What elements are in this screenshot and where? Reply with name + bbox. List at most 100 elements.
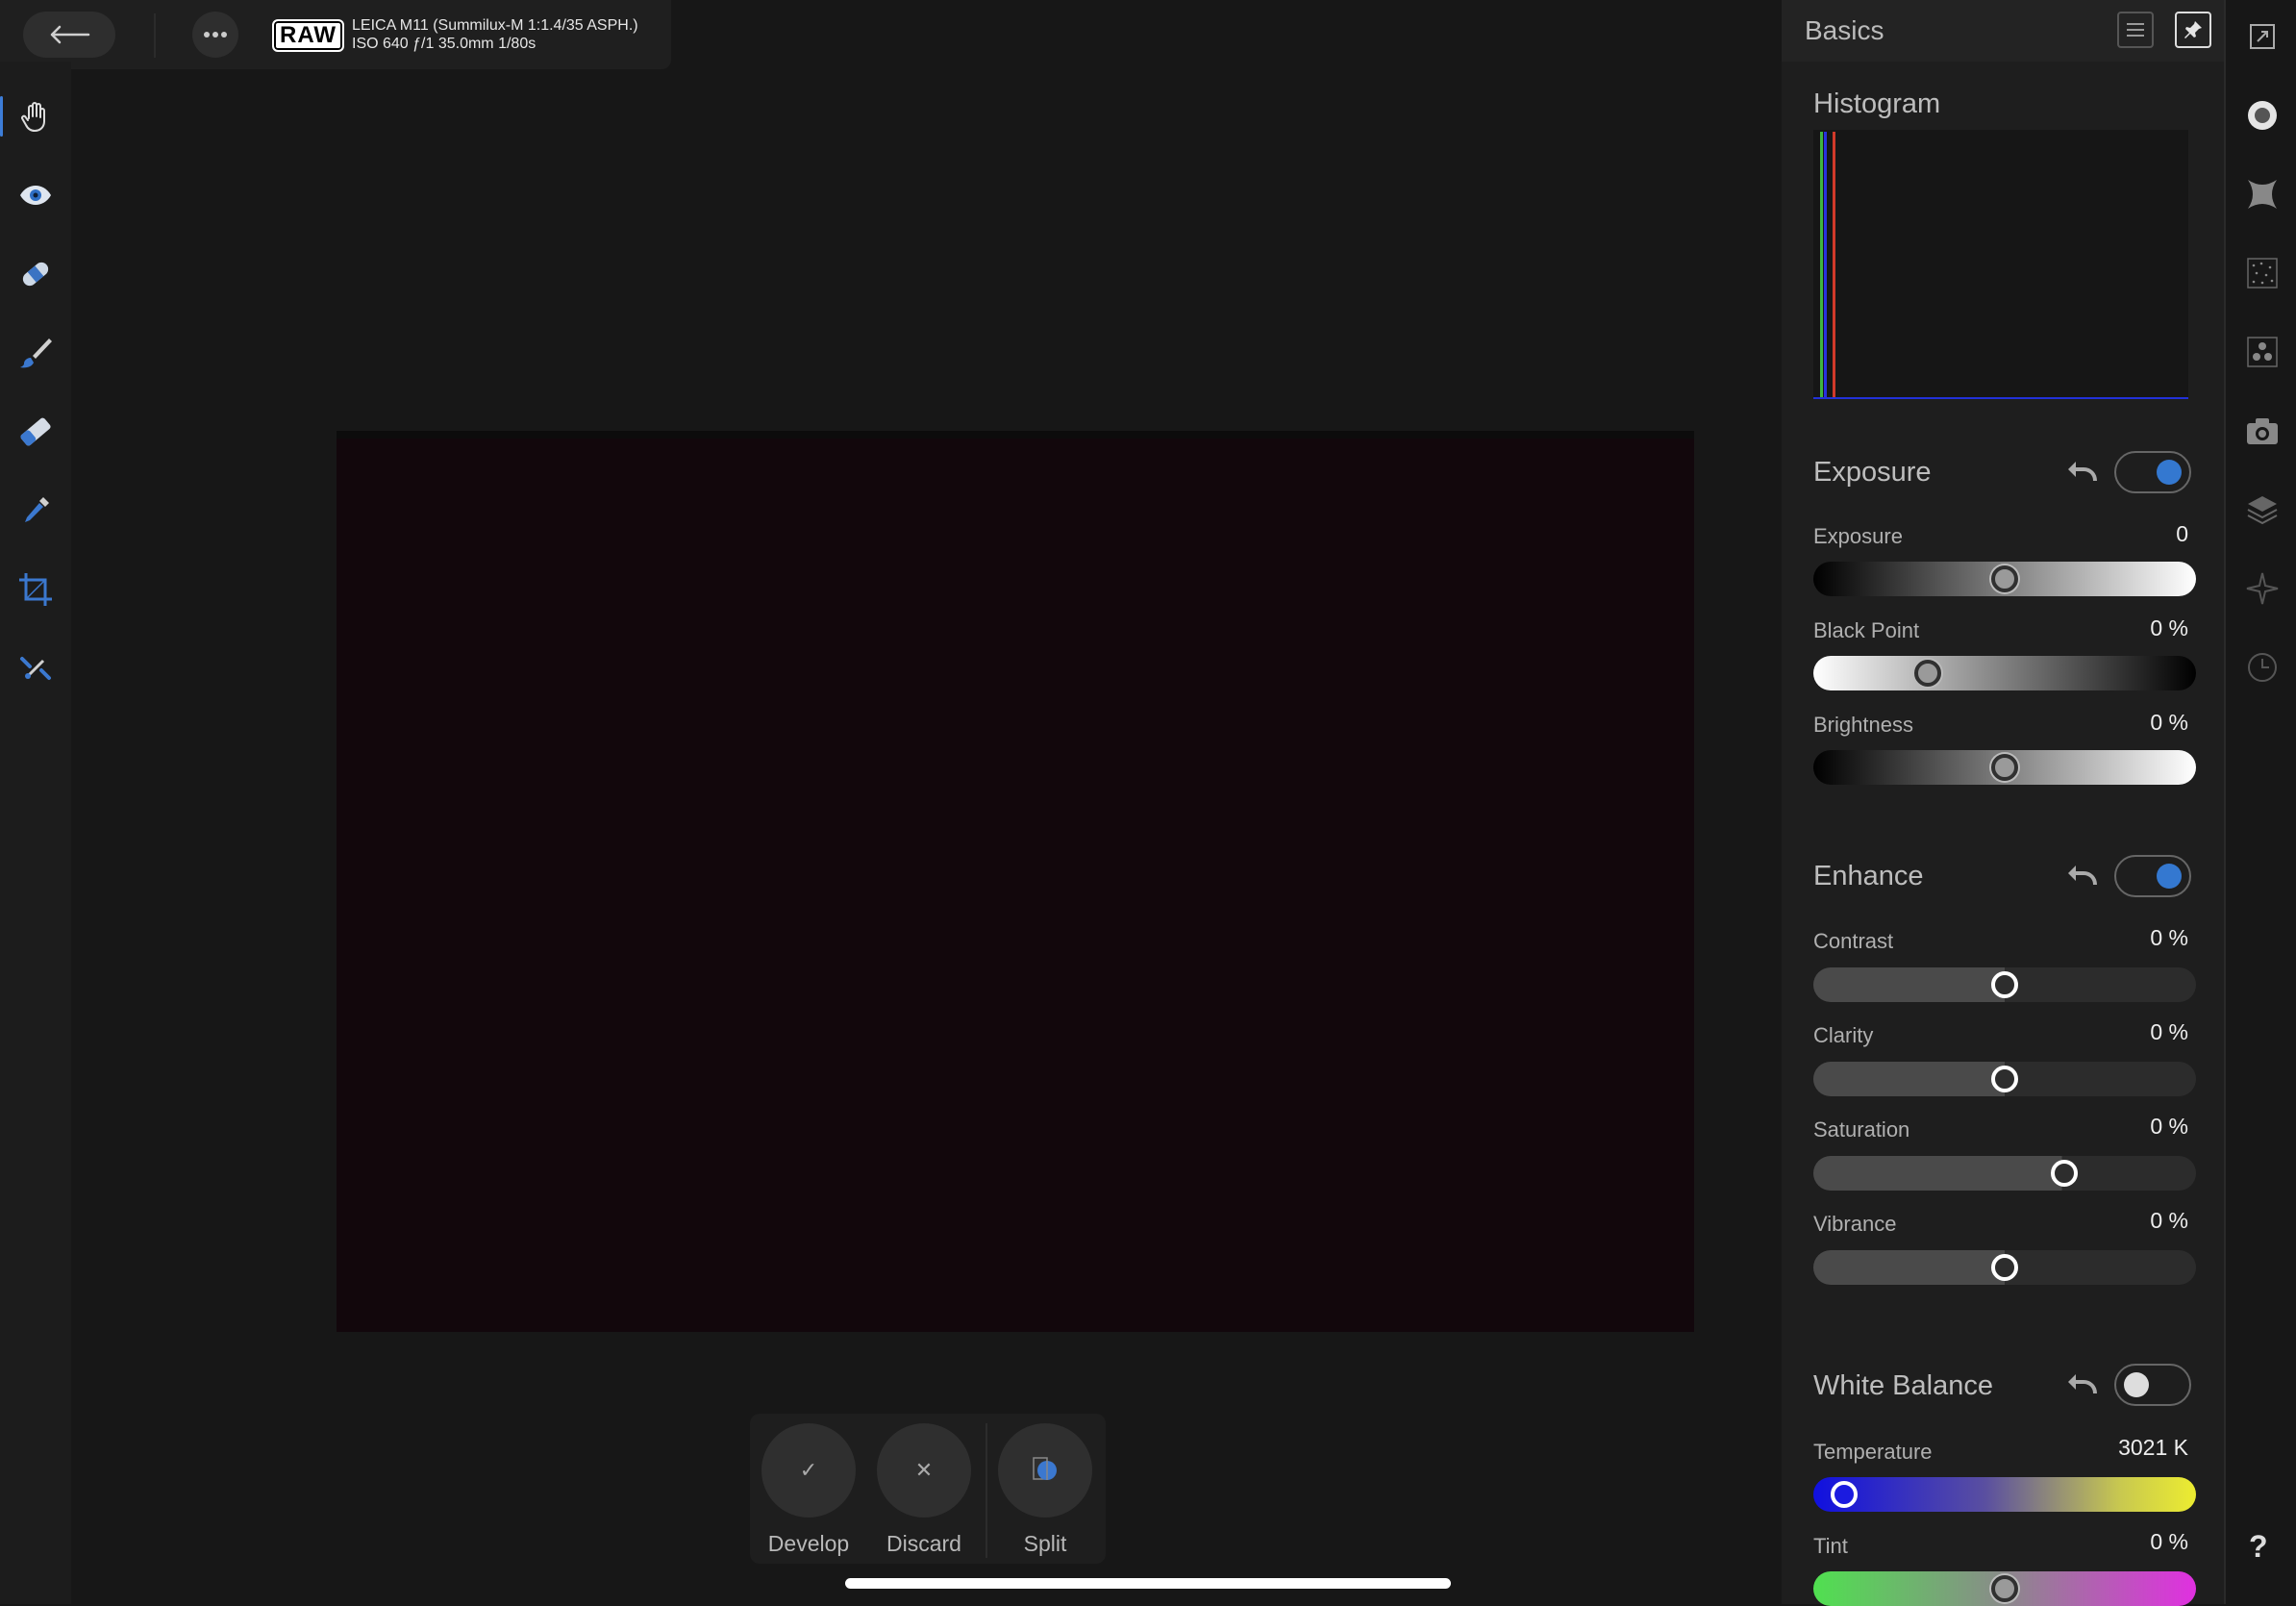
noise-studio-button[interactable] — [2243, 254, 2282, 292]
toggle-knob — [2157, 460, 2182, 485]
panel-pin-button[interactable] — [2175, 12, 2211, 48]
details-studio-button[interactable] — [2243, 412, 2282, 450]
straighten-tool[interactable] — [12, 644, 60, 692]
discard-label: Discard — [886, 1531, 961, 1556]
straighten-icon — [20, 657, 51, 680]
context-toolbar: RAW LEICA M11 (Summilux-M 1:1.4/35 ASPH.… — [0, 0, 671, 69]
develop-button[interactable]: ✓ Develop — [761, 1423, 856, 1557]
contrast-slider[interactable] — [1813, 967, 2196, 1002]
toggle-knob — [2124, 1372, 2149, 1397]
back-button[interactable] — [23, 12, 115, 58]
expand-icon — [2250, 24, 2275, 49]
vignette-icon — [2248, 180, 2277, 209]
tint-slider-thumb[interactable] — [1991, 1575, 2018, 1602]
camera-model: LEICA M11 (Summilux-M 1:1.4/35 ASPH.) — [352, 17, 638, 34]
histogram-blue-channel — [1824, 132, 1827, 397]
checkmark-icon: ✓ — [761, 1423, 856, 1518]
history-studio-button[interactable] — [2243, 648, 2282, 687]
temperature-slider[interactable] — [1813, 1477, 2196, 1512]
contrast-label: Contrast — [1813, 929, 1894, 953]
enhance-section-title: Enhance — [1813, 861, 1924, 891]
histogram-green-channel — [1820, 132, 1823, 397]
brightness-slider[interactable] — [1813, 750, 2196, 785]
exposure-info: ISO 640 ƒ/1 35.0mm 1/80s — [352, 36, 537, 52]
blemish-removal-tool[interactable] — [12, 250, 60, 298]
exposure-value: 0 — [2176, 521, 2188, 546]
panel-title: Basics — [1805, 15, 1884, 45]
tools-toolbar — [0, 62, 71, 1604]
navigator-studio-button[interactable] — [2243, 569, 2282, 608]
layers-studio-button[interactable] — [2243, 490, 2282, 529]
exposure-enable-toggle[interactable] — [2114, 451, 2191, 493]
crop-tool[interactable] — [12, 565, 60, 614]
black-point-label: Black Point — [1813, 618, 1920, 642]
panel-menu-button[interactable] — [2117, 12, 2154, 48]
toggle-knob — [2157, 864, 2182, 889]
contrast-slider-thumb[interactable] — [1991, 971, 2018, 998]
overlay-gradient-tool[interactable] — [12, 408, 60, 456]
noise-icon — [2247, 258, 2278, 289]
color-balance-icon — [2247, 337, 2278, 367]
lens-icon — [2247, 418, 2278, 444]
layers-icon — [2247, 496, 2278, 525]
white-balance-section-title: White Balance — [1813, 1370, 1993, 1401]
vibrance-value: 0 % — [2150, 1208, 2188, 1233]
split-label: Split — [1023, 1531, 1067, 1556]
bandage-icon — [22, 262, 49, 287]
basics-panel: Basics Histogram Exposure Exposure 0 Bla… — [1782, 0, 2224, 1606]
tint-value: 0 % — [2150, 1529, 2188, 1554]
exposure-slider-thumb[interactable] — [1991, 565, 2018, 592]
history-icon — [2248, 653, 2277, 682]
black-point-slider-thumb[interactable] — [1914, 660, 1942, 687]
clarity-value: 0 % — [2150, 1019, 2188, 1044]
overlay-paint-tool[interactable] — [12, 329, 60, 377]
exposure-reset-icon[interactable] — [2062, 452, 2101, 490]
split-button[interactable]: Split — [998, 1423, 1092, 1557]
contrast-value: 0 % — [2150, 925, 2188, 950]
panel-header: Basics — [1782, 0, 2224, 62]
tint-slider[interactable] — [1813, 1571, 2196, 1606]
clarity-slider[interactable] — [1813, 1062, 2196, 1096]
brush-icon — [20, 339, 52, 368]
eyedropper-icon — [25, 497, 49, 522]
white-balance-enable-toggle[interactable] — [2114, 1364, 2191, 1406]
enhance-enable-toggle[interactable] — [2114, 855, 2191, 897]
discard-button[interactable]: ✕ Discard — [877, 1423, 971, 1557]
photo-canvas[interactable] — [337, 431, 1694, 1332]
saturation-slider[interactable] — [1813, 1156, 2196, 1191]
sparkle-icon — [2246, 572, 2279, 605]
temperature-slider-thumb[interactable] — [1830, 1481, 1858, 1508]
temperature-value: 3021 K — [2118, 1435, 2188, 1460]
exposure-label: Exposure — [1813, 524, 1903, 548]
more-button[interactable] — [192, 12, 238, 58]
vibrance-slider-thumb[interactable] — [1991, 1254, 2018, 1281]
brightness-label: Brightness — [1813, 713, 1913, 737]
lens-correction-studio-button[interactable] — [2243, 175, 2282, 213]
saturation-slider-thumb[interactable] — [2050, 1160, 2078, 1187]
menu-icon — [2127, 23, 2144, 37]
develop-label: Develop — [767, 1531, 850, 1556]
vibrance-slider[interactable] — [1813, 1250, 2196, 1285]
color-studio-button[interactable] — [2243, 333, 2282, 371]
hand-tool[interactable] — [0, 92, 60, 140]
help-button[interactable]: ? — [2249, 1529, 2268, 1565]
toolbar-divider — [154, 13, 156, 58]
clarity-slider-thumb[interactable] — [1991, 1066, 2018, 1092]
action-divider — [986, 1423, 987, 1558]
histogram-red-channel — [1833, 132, 1835, 397]
black-point-slider[interactable] — [1813, 656, 2196, 690]
split-view-icon — [998, 1423, 1092, 1518]
exposure-slider[interactable] — [1813, 562, 2196, 596]
brightness-slider-thumb[interactable] — [1991, 754, 2018, 781]
raw-badge: RAW — [272, 19, 344, 52]
develop-action-panel: ✓ Develop ✕ Discard Split — [750, 1414, 1106, 1564]
temperature-label: Temperature — [1813, 1440, 1933, 1464]
home-indicator[interactable] — [845, 1578, 1451, 1589]
basics-studio-button[interactable] — [2243, 96, 2282, 135]
red-eye-tool[interactable] — [12, 171, 60, 219]
black-point-value: 0 % — [2150, 615, 2188, 640]
enhance-reset-icon[interactable] — [2062, 856, 2101, 894]
white-balance-tool[interactable] — [12, 487, 60, 535]
white-balance-reset-icon[interactable] — [2062, 1365, 2101, 1403]
fullscreen-button[interactable] — [2243, 17, 2282, 56]
